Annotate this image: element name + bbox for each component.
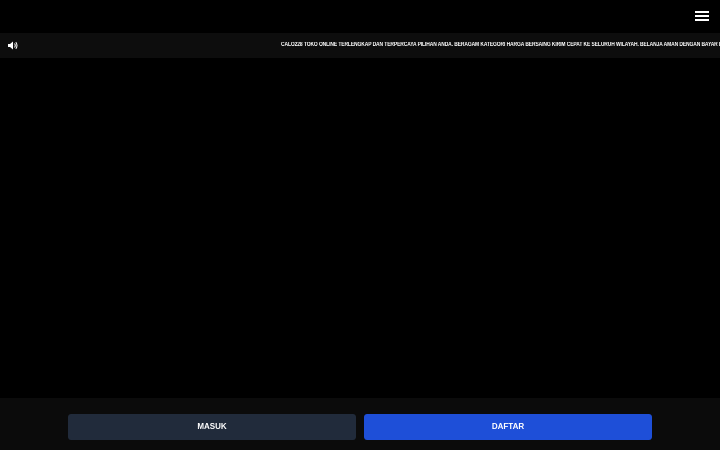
bottom-action-bar: MASUK DAFTAR	[0, 398, 720, 450]
menu-line-bottom	[695, 19, 709, 21]
hamburger-menu-icon[interactable]	[695, 11, 709, 22]
login-button[interactable]: MASUK	[68, 414, 356, 440]
menu-line-middle	[695, 15, 709, 17]
page: CALO228 TOKO ONLINE TERLENGKAP DAN TERPE…	[0, 0, 720, 450]
menu-line-top	[695, 11, 709, 13]
main-content	[0, 58, 720, 398]
speaker-icon	[8, 41, 18, 50]
top-bar	[0, 0, 720, 33]
announcement-marquee: CALO228 TOKO ONLINE TERLENGKAP DAN TERPE…	[26, 33, 720, 58]
register-button[interactable]: DAFTAR	[364, 414, 652, 440]
announcement-text: CALO228 TOKO ONLINE TERLENGKAP DAN TERPE…	[281, 42, 720, 48]
speaker-button[interactable]	[0, 33, 26, 58]
announcement-bar: CALO228 TOKO ONLINE TERLENGKAP DAN TERPE…	[0, 33, 720, 58]
